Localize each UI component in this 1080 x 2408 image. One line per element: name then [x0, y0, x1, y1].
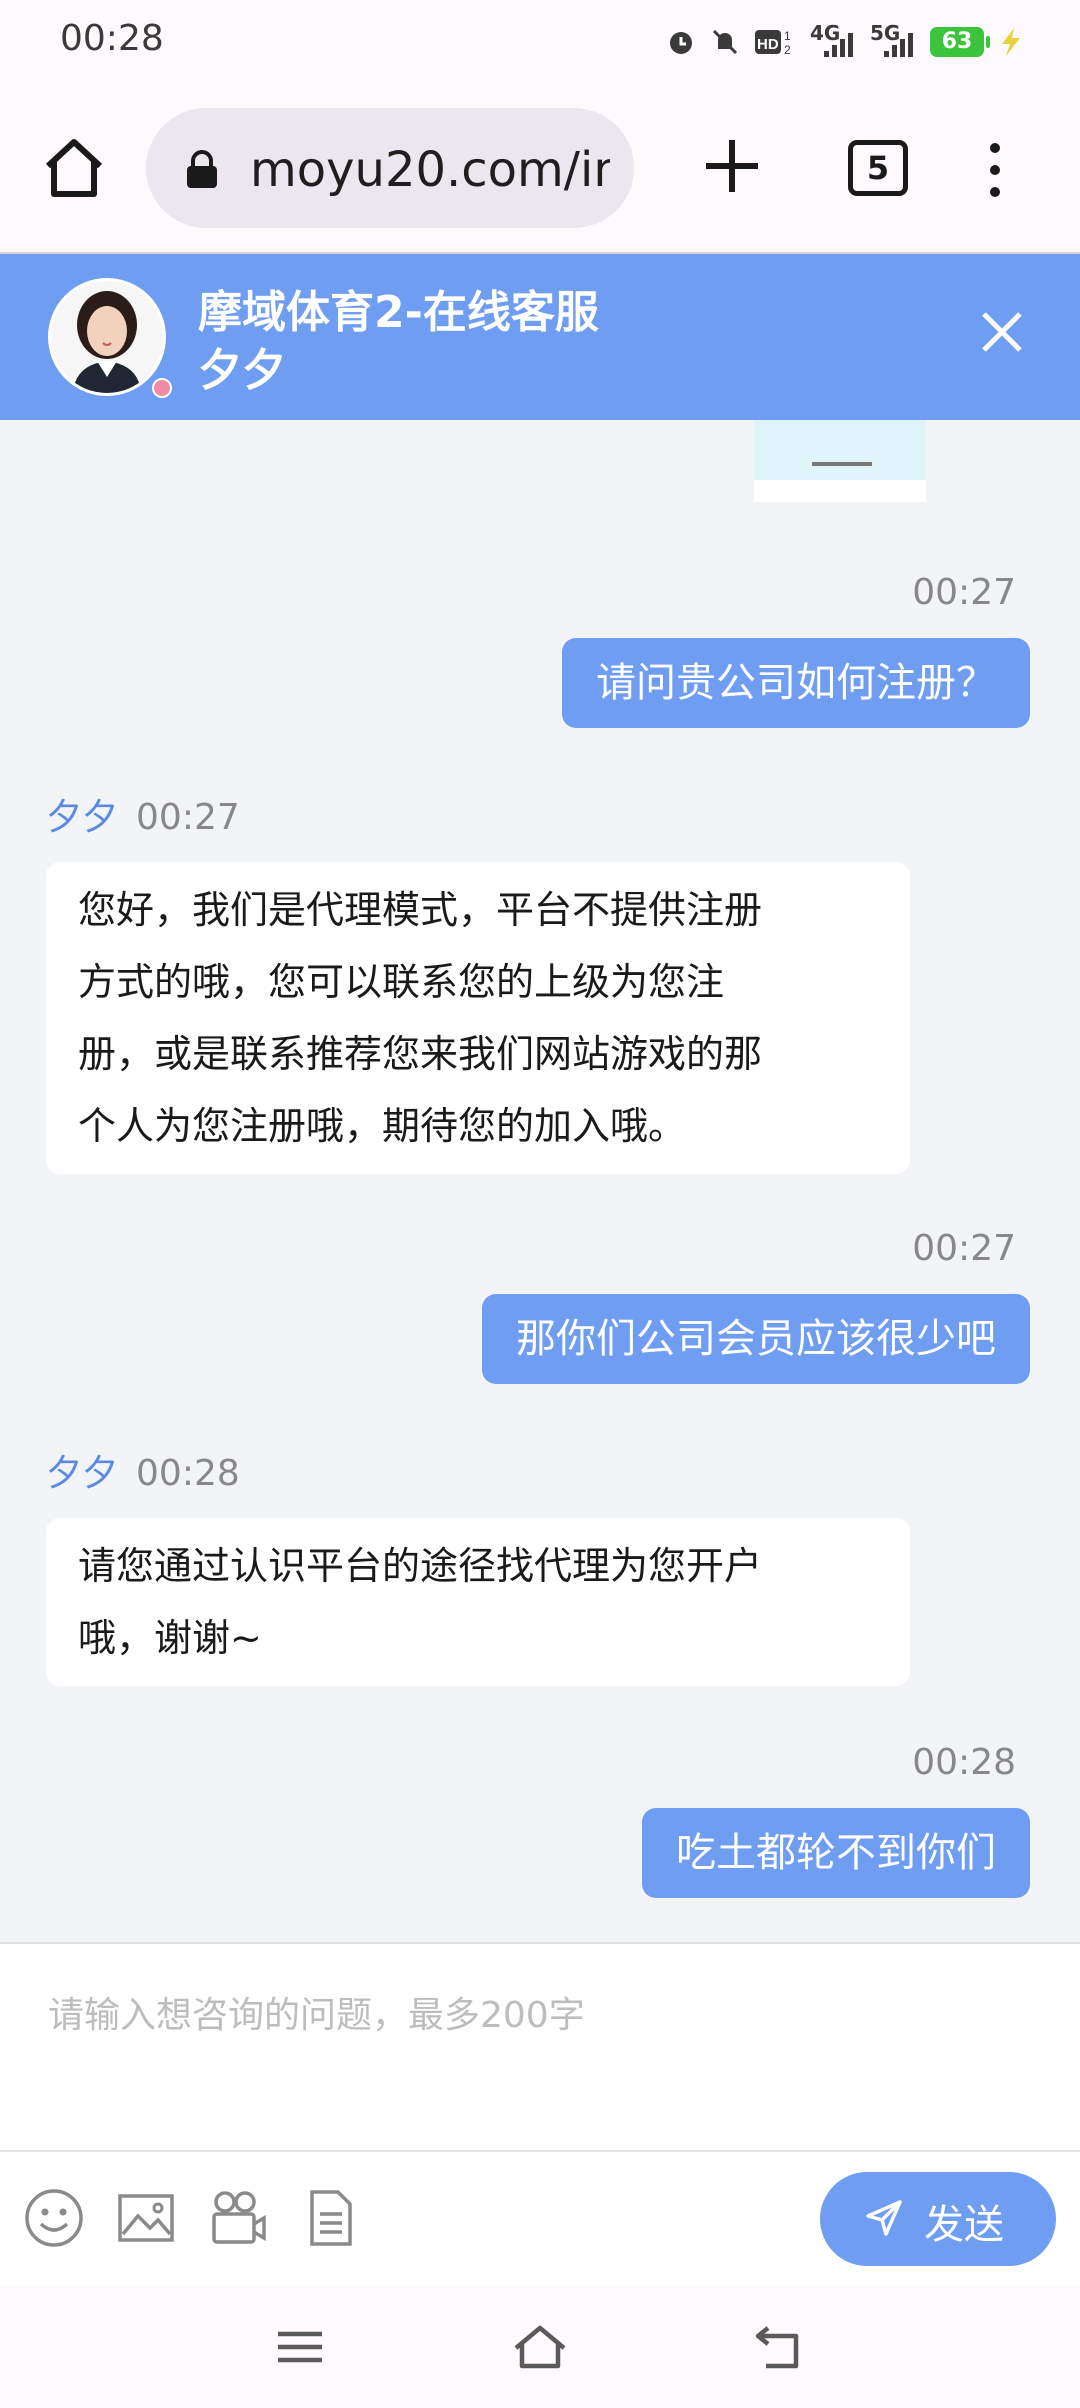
- new-tab-icon[interactable]: [700, 134, 764, 198]
- send-icon: [866, 2200, 902, 2236]
- outgoing-message: 那你们公司会员应该很少吧: [482, 1294, 1030, 1384]
- outgoing-message: 吃土都轮不到你们: [642, 1808, 1030, 1898]
- hd-icon: HD 12: [755, 29, 791, 57]
- svg-text:HD: HD: [757, 36, 779, 53]
- incoming-message-meta: 夕夕 00:27: [46, 788, 240, 840]
- message-input[interactable]: 请输入想咨询的问题，最多200字: [0, 1942, 1080, 2150]
- signal-4g-icon: 4G: [810, 21, 856, 59]
- message-time: 00:28: [136, 1453, 240, 1494]
- close-icon[interactable]: [976, 306, 1028, 358]
- message-time: 00:27: [912, 572, 1016, 613]
- message-time: 00:27: [136, 797, 240, 838]
- battery-icon: 63: [930, 27, 990, 57]
- alarm-icon: [670, 32, 692, 54]
- browser-toolbar: moyu20.com/im 5: [0, 84, 1080, 254]
- address-bar[interactable]: moyu20.com/im: [146, 108, 634, 228]
- message-line: 册，或是联系推荐您来我们网站游戏的那: [78, 1032, 763, 1076]
- svg-text:2: 2: [784, 43, 791, 57]
- nav-home-icon[interactable]: [512, 2322, 568, 2372]
- svg-text:1: 1: [784, 29, 791, 43]
- message-line: 请您通过认识平台的途径找代理为您开户: [78, 1544, 763, 1588]
- video-icon[interactable]: [206, 2186, 270, 2250]
- image-icon[interactable]: [114, 2186, 178, 2250]
- system-nav-bar: [0, 2286, 1080, 2408]
- signal-5g-icon: 5G: [870, 21, 916, 59]
- incoming-message: 您好，我们是代理模式，平台不提供注册 方式的哦，您可以联系您的上级为您注 册，或…: [46, 862, 910, 1174]
- send-button[interactable]: 发送: [820, 2172, 1056, 2266]
- message-line: 个人为您注册哦，期待您的加入哦。: [78, 1104, 687, 1148]
- message-time: 00:28: [912, 1742, 1016, 1783]
- message-time: 00:27: [912, 1228, 1016, 1269]
- mute-icon: [712, 29, 738, 55]
- file-icon[interactable]: [298, 2186, 362, 2250]
- agent-name: 夕夕: [198, 345, 286, 396]
- charging-icon: [1002, 28, 1020, 56]
- incoming-message-meta: 夕夕 00:28: [46, 1444, 240, 1496]
- url-text[interactable]: moyu20.com/im: [250, 142, 610, 198]
- message-line: 方式的哦，您可以联系您的上级为您注: [78, 960, 725, 1004]
- message-line: 哦，谢谢~: [78, 1616, 262, 1660]
- outgoing-message: 请问贵公司如何注册？: [562, 638, 1030, 728]
- status-time: 00:28: [60, 18, 164, 59]
- sender-name: 夕夕: [46, 1453, 119, 1494]
- more-menu-icon[interactable]: [980, 140, 1010, 200]
- status-icons: HD 1 2 4G 5G 63: [666, 21, 1024, 62]
- tab-switcher-button[interactable]: 5: [848, 140, 908, 196]
- input-placeholder: 请输入想咨询的问题，最多200字: [48, 1995, 585, 2036]
- chat-toolbar: 发送: [0, 2150, 1080, 2286]
- online-status-dot: [152, 378, 172, 398]
- chat-header: 摩域体育2-在线客服 夕夕: [0, 254, 1080, 420]
- recent-apps-icon[interactable]: [272, 2322, 328, 2372]
- message-line: 您好，我们是代理模式，平台不提供注册: [78, 888, 763, 932]
- previous-image-message[interactable]: [754, 420, 926, 502]
- agent-avatar: [48, 278, 166, 396]
- send-label: 发送: [924, 2202, 1004, 2248]
- emoji-icon[interactable]: [22, 2186, 86, 2250]
- home-icon[interactable]: [40, 134, 108, 202]
- sender-name: 夕夕: [46, 797, 119, 838]
- incoming-message: 请您通过认识平台的途径找代理为您开户 哦，谢谢~: [46, 1518, 910, 1686]
- status-bar: 00:28 HD 1 2 4G 5G 63: [0, 0, 1080, 84]
- lock-icon: [187, 150, 217, 188]
- back-icon[interactable]: [752, 2322, 808, 2372]
- chat-title: 摩域体育2-在线客服: [198, 287, 599, 338]
